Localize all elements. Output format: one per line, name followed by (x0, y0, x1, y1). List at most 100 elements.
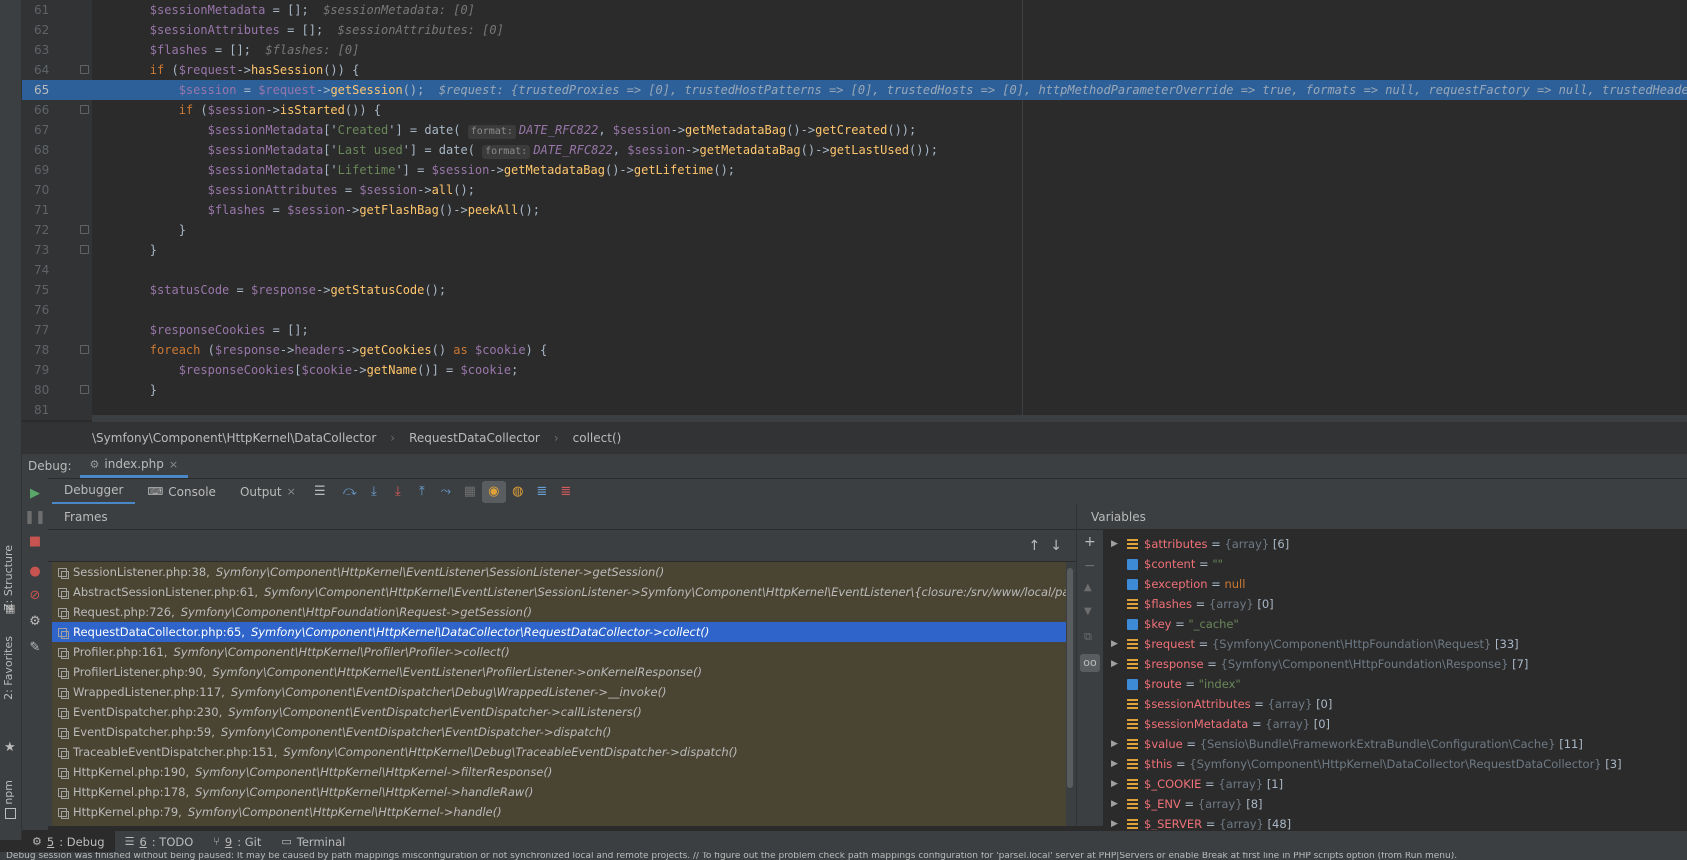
step-out-icon[interactable]: ⤒ (410, 481, 434, 503)
variable-row[interactable]: $flashes = {array} [0] (1111, 594, 1274, 614)
tab-console[interactable]: ⌨ Console (135, 479, 228, 505)
close-icon[interactable]: × (169, 458, 178, 471)
line-number[interactable]: 67 (22, 120, 92, 140)
arrow-up-icon[interactable]: ↑ (1029, 538, 1041, 554)
line-number[interactable]: 63 (22, 40, 92, 60)
frames-list[interactable]: SessionListener.php:38, Symfony\Component… (52, 562, 1066, 826)
tab-git[interactable]: ⑂ 9: Git (203, 831, 271, 853)
move-down-icon[interactable]: ▼ (1084, 606, 1092, 617)
frame-item[interactable]: ProfilerListener.php:90, Symfony\Componen… (52, 662, 1066, 682)
breadcrumb-method[interactable]: collect() (573, 431, 622, 445)
line-number[interactable]: 68 (22, 140, 92, 160)
variable-row[interactable]: ▶ $response = {Symfony\Component\HttpFoun… (1111, 654, 1528, 674)
frames-scrollbar[interactable] (1066, 562, 1074, 826)
force-step-into-icon[interactable]: ⤓ (386, 481, 410, 503)
frame-item[interactable]: WrappedListener.php:117, Symfony\Componen… (52, 682, 1066, 702)
variable-row[interactable]: ▶ $value = {Sensio\Bundle\FrameworkExtraB… (1111, 734, 1583, 754)
line-number[interactable]: 73 (22, 240, 92, 260)
line-number[interactable]: 81 (22, 400, 92, 420)
line-number[interactable]: 76 (22, 300, 92, 320)
frame-item-selected[interactable]: RequestDataCollector.php:65, Symfony\Comp… (52, 622, 1066, 642)
variable-row[interactable]: ▶ $_ENV = {array} [8] (1111, 794, 1263, 814)
frame-item[interactable]: EventDispatcher.php:59, Symfony\Component… (52, 722, 1066, 742)
line-number[interactable]: 78 (22, 340, 92, 360)
line-number[interactable]: 69 (22, 160, 92, 180)
breadcrumb-class[interactable]: RequestDataCollector (409, 431, 540, 445)
frame-item[interactable]: SessionListener.php:38, Symfony\Component… (52, 562, 1066, 582)
mute-breakpoints-icon[interactable]: ⊘ (26, 586, 44, 604)
fold-icon[interactable] (80, 105, 89, 114)
add-watch-icon[interactable]: + (1084, 534, 1096, 550)
frame-item[interactable]: AbstractSessionListener.php:61, Symfony\C… (52, 582, 1066, 602)
variable-row[interactable]: ▶ $attributes = {array} [6] (1111, 534, 1289, 554)
line-number[interactable]: 71 (22, 200, 92, 220)
expand-arrow-icon[interactable]: ▶ (1111, 734, 1121, 754)
frame-item[interactable]: HttpKernel.php:178, Symfony\Component\Htt… (52, 782, 1066, 802)
variable-row[interactable]: $exception = null (1111, 574, 1245, 594)
watch-icon[interactable]: ◍ (506, 481, 530, 503)
tab-output[interactable]: Output × (228, 479, 308, 505)
variable-row[interactable]: ▶ $_COOKIE = {array} [1] (1111, 774, 1283, 794)
line-number[interactable]: 65 (22, 80, 92, 100)
variable-row[interactable]: $sessionMetadata = {array} [0] (1111, 714, 1330, 734)
editor-horizontal-scrollbar[interactable] (92, 415, 1687, 422)
frame-item[interactable]: Request.php:726, Symfony\Component\HttpFo… (52, 602, 1066, 622)
line-number[interactable]: 79 (22, 360, 92, 380)
variable-row[interactable]: $content = "" (1111, 554, 1223, 574)
ignore-breakpoints-icon[interactable]: ◉ (481, 480, 506, 503)
fold-icon[interactable] (80, 245, 89, 254)
tab-npm[interactable]: npm (2, 780, 15, 805)
debug-session-tab[interactable]: ⚙ index.php × (79, 457, 189, 478)
line-number[interactable]: 75 (22, 280, 92, 300)
expand-arrow-icon[interactable]: ▶ (1111, 754, 1121, 774)
variable-row[interactable]: $route = "index" (1111, 674, 1241, 694)
tab-debugger[interactable]: Debugger (52, 479, 136, 505)
fold-icon[interactable] (80, 225, 89, 234)
remove-watch-icon[interactable]: − (1084, 558, 1096, 574)
tab-terminal[interactable]: ▭ Terminal (271, 831, 355, 853)
code-editor[interactable]: 61 62 63 64 65 66 67 68 69 70 71 72 73 74 75 76 77 78 79 80… (22, 0, 1687, 422)
line-number[interactable]: 70 (22, 180, 92, 200)
run-to-cursor-icon[interactable]: ⤳ (434, 481, 458, 503)
tab-todo[interactable]: ☰ 6: TODO (115, 831, 204, 853)
line-number[interactable]: 77 (22, 320, 92, 340)
menu-icon[interactable]: ☰ (308, 481, 332, 503)
expand-arrow-icon[interactable]: ▶ (1111, 654, 1121, 674)
copy-icon[interactable]: ⧉ (1084, 630, 1092, 644)
frame-item[interactable]: HttpKernel.php:190, Symfony\Component\Htt… (52, 762, 1066, 782)
list-icon[interactable]: ≣ (530, 481, 554, 503)
step-into-icon[interactable]: ⤓ (362, 481, 386, 503)
breadcrumb-namespace[interactable]: \Symfony\Component\HttpKernel\DataCollec… (92, 431, 376, 445)
frame-item[interactable]: TraceableEventDispatcher.php:151, Symfony… (52, 742, 1066, 762)
fold-icon[interactable] (80, 65, 89, 74)
expand-arrow-icon[interactable]: ▶ (1111, 634, 1121, 654)
variable-row[interactable]: $key = "_cache" (1111, 614, 1239, 634)
line-number[interactable]: 66 (22, 100, 92, 120)
add-list-icon[interactable]: ≣ (554, 481, 578, 503)
variable-row[interactable]: $sessionAttributes = {array} [0] (1111, 694, 1332, 714)
variable-row[interactable]: ▶ $request = {Symfony\Component\HttpFound… (1111, 634, 1519, 654)
resume-icon[interactable]: ▶ (26, 484, 44, 502)
fold-icon[interactable] (80, 385, 89, 394)
arrow-down-icon[interactable]: ↓ (1050, 538, 1062, 554)
line-number[interactable]: 80 (22, 380, 92, 400)
code-area[interactable]: $sessionMetadata = []; $sessionMetadata:… (92, 0, 1687, 420)
move-up-icon[interactable]: ▲ (1084, 582, 1092, 593)
frame-item[interactable]: EventDispatcher.php:230, Symfony\Componen… (52, 702, 1066, 722)
frame-item[interactable]: Profiler.php:161, Symfony\Component\HttpK… (52, 642, 1066, 662)
line-number[interactable]: 74 (22, 260, 92, 280)
line-number[interactable]: 62 (22, 20, 92, 40)
glasses-icon[interactable]: oo (1080, 654, 1100, 672)
tab-debug-tool[interactable]: ⚙ 5: Debug (22, 830, 115, 853)
expand-arrow-icon[interactable]: ▶ (1111, 774, 1121, 794)
pause-icon[interactable]: ❚❚ (24, 508, 46, 526)
settings-icon[interactable]: ⚙ (26, 612, 44, 630)
fold-icon[interactable] (80, 345, 89, 354)
close-icon[interactable]: × (287, 485, 296, 498)
pin-icon[interactable]: ✎ (26, 638, 44, 656)
line-number[interactable]: 72 (22, 220, 92, 240)
stop-icon[interactable]: ■ (26, 532, 44, 550)
expand-arrow-icon[interactable]: ▶ (1111, 534, 1121, 554)
scrollbar-thumb[interactable] (1067, 568, 1073, 788)
step-over-icon[interactable]: ⤼ (338, 481, 362, 503)
